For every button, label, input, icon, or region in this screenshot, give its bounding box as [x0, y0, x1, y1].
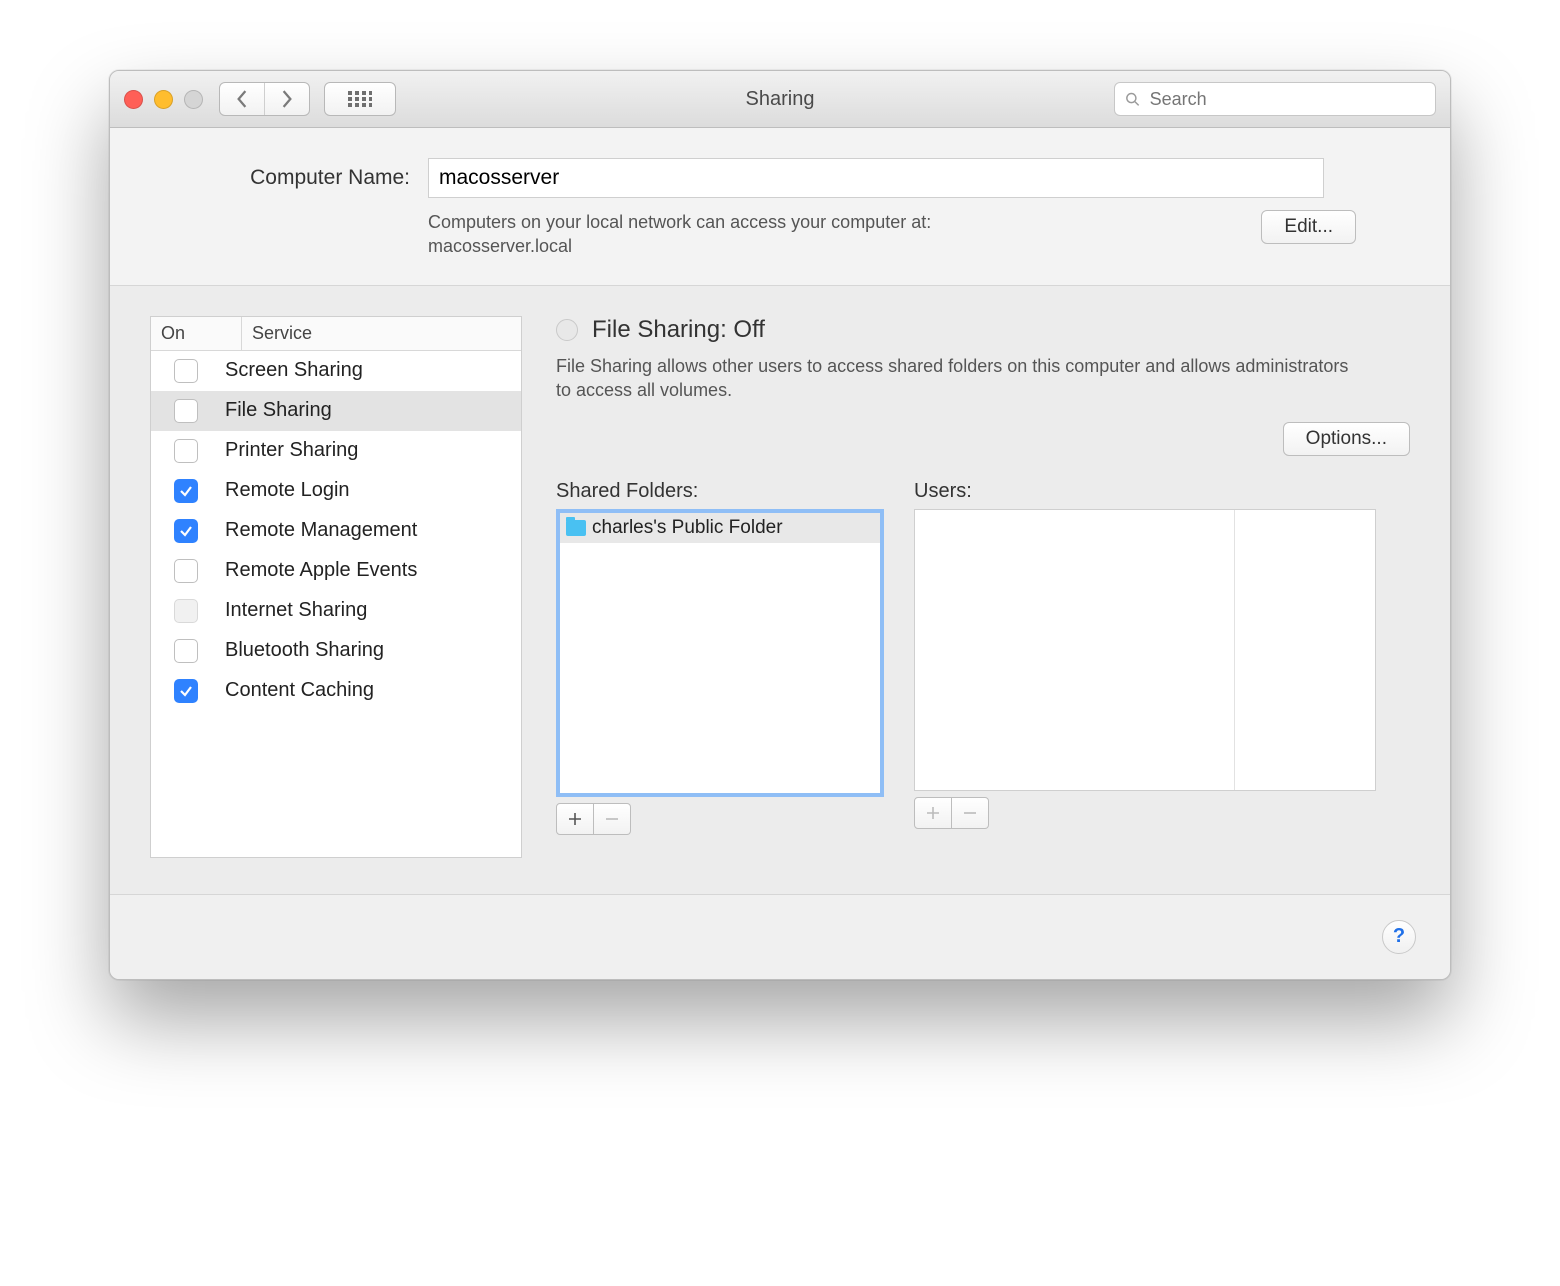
search-input[interactable]: [1148, 88, 1425, 111]
computer-name-input[interactable]: [428, 158, 1324, 198]
service-checkbox[interactable]: [174, 359, 198, 383]
chevron-left-icon: [235, 90, 249, 108]
computer-name-section: Computer Name: Computers on your local n…: [110, 128, 1450, 286]
check-icon: [179, 484, 193, 498]
help-button[interactable]: ?: [1382, 920, 1416, 954]
service-checkbox[interactable]: [174, 439, 198, 463]
show-all-button[interactable]: [324, 82, 396, 116]
service-header-service: Service: [242, 317, 521, 350]
plus-icon: [567, 811, 583, 827]
status-indicator-icon: [556, 319, 578, 341]
service-checkbox[interactable]: [174, 479, 198, 503]
service-label: Screen Sharing: [221, 359, 521, 382]
service-row[interactable]: Content Caching: [151, 671, 521, 711]
close-window-button[interactable]: [124, 90, 143, 109]
service-label: Remote Apple Events: [221, 559, 521, 582]
service-list: On Service Screen Sharing File Sharing Pri…: [150, 316, 522, 858]
users-column: Users:: [914, 480, 1376, 835]
service-row[interactable]: Bluetooth Sharing: [151, 631, 521, 671]
service-row[interactable]: Remote Management: [151, 511, 521, 551]
shared-folders-column: Shared Folders: charles's Public Folder: [556, 480, 884, 835]
shared-folders-label: Shared Folders:: [556, 480, 884, 503]
service-list-header: On Service: [151, 317, 521, 351]
minimize-window-button[interactable]: [154, 90, 173, 109]
remove-shared-folder-button[interactable]: [594, 803, 631, 835]
titlebar: Sharing: [110, 71, 1450, 128]
window-controls: [124, 90, 203, 109]
service-label: Internet Sharing: [221, 599, 521, 622]
users-label: Users:: [914, 480, 1376, 503]
shared-folders-list[interactable]: charles's Public Folder: [556, 509, 884, 797]
service-checkbox[interactable]: [174, 639, 198, 663]
service-label: File Sharing: [221, 399, 521, 422]
minus-icon: [962, 805, 978, 821]
nav-back-forward: [219, 82, 310, 116]
main-section: On Service Screen Sharing File Sharing Pri…: [110, 286, 1450, 894]
add-shared-folder-button[interactable]: [556, 803, 594, 835]
service-row[interactable]: Remote Apple Events: [151, 551, 521, 591]
service-label: Printer Sharing: [221, 439, 521, 462]
footer: ?: [110, 894, 1450, 979]
service-detail: File Sharing: Off File Sharing allows ot…: [556, 316, 1410, 858]
check-icon: [179, 524, 193, 538]
grid-icon: [348, 91, 372, 107]
service-label: Remote Login: [221, 479, 521, 502]
service-checkbox[interactable]: [174, 679, 198, 703]
remove-user-button[interactable]: [952, 797, 989, 829]
service-checkbox: [174, 599, 198, 623]
minus-icon: [604, 811, 620, 827]
zoom-window-button: [184, 90, 203, 109]
plus-icon: [925, 805, 941, 821]
service-row[interactable]: Screen Sharing: [151, 351, 521, 391]
computer-name-description: Computers on your local network can acce…: [428, 210, 1188, 259]
service-checkbox[interactable]: [174, 559, 198, 583]
check-icon: [179, 684, 193, 698]
service-row[interactable]: Internet Sharing: [151, 591, 521, 631]
users-list[interactable]: [914, 509, 1376, 791]
nav-forward-button[interactable]: [264, 83, 309, 115]
service-checkbox[interactable]: [174, 519, 198, 543]
service-label: Content Caching: [221, 679, 521, 702]
chevron-right-icon: [280, 90, 294, 108]
nav-back-button[interactable]: [220, 83, 264, 115]
service-label: Remote Management: [221, 519, 521, 542]
status-title: File Sharing: Off: [592, 316, 765, 344]
shared-folder-row[interactable]: charles's Public Folder: [560, 513, 880, 543]
computer-name-label: Computer Name:: [150, 166, 410, 190]
service-row[interactable]: Remote Login: [151, 471, 521, 511]
options-button[interactable]: Options...: [1283, 422, 1410, 456]
search-icon: [1125, 91, 1140, 107]
service-row[interactable]: Printer Sharing: [151, 431, 521, 471]
service-header-on: On: [151, 317, 242, 350]
status-description: File Sharing allows other users to acces…: [556, 354, 1356, 403]
service-row[interactable]: File Sharing: [151, 391, 521, 431]
add-user-button[interactable]: [914, 797, 952, 829]
sharing-window: Sharing Computer Name: Computers on your…: [109, 70, 1451, 980]
edit-computer-name-button[interactable]: Edit...: [1261, 210, 1356, 244]
folder-icon: [566, 520, 586, 536]
search-field-container[interactable]: [1114, 82, 1436, 116]
service-label: Bluetooth Sharing: [221, 639, 521, 662]
service-checkbox[interactable]: [174, 399, 198, 423]
shared-folder-name: charles's Public Folder: [592, 517, 783, 539]
